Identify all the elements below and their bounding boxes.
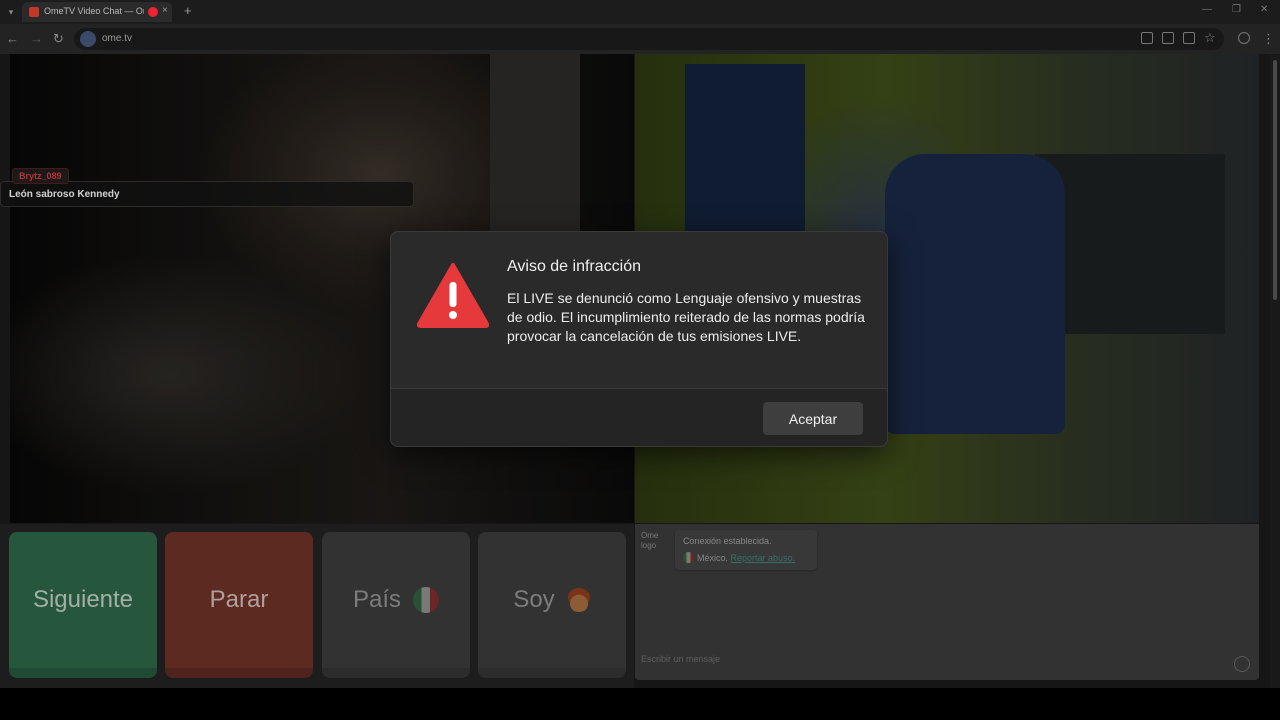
browser-tab[interactable]: OmeTV Video Chat — Ome ×	[22, 2, 172, 22]
maximize-icon[interactable]: ❐	[1232, 4, 1241, 15]
translate-icon[interactable]	[1162, 32, 1174, 44]
minimize-icon[interactable]: —	[1202, 4, 1212, 15]
tab-close-button[interactable]: ×	[162, 5, 168, 16]
install-app-icon[interactable]	[1183, 32, 1195, 44]
recording-indicator-icon	[148, 7, 158, 17]
ometv-favicon-icon	[29, 7, 39, 17]
forward-icon[interactable]: →	[30, 31, 43, 46]
bottom-bar	[0, 688, 1280, 720]
dialog-footer: Aceptar	[391, 388, 887, 446]
profile-icon[interactable]	[1238, 32, 1250, 44]
new-tab-button[interactable]: +	[184, 3, 192, 18]
browser-toolbar: ← → ↻ ome.tv ☆ ⋮	[0, 24, 1280, 54]
address-bar[interactable]: ome.tv	[74, 28, 1224, 50]
close-window-icon[interactable]: ✕	[1260, 4, 1268, 15]
reload-icon[interactable]: ↻	[53, 31, 64, 47]
dialog-message: El LIVE se denunció como Lenguaje ofensi…	[507, 290, 865, 344]
bookmark-star-icon[interactable]: ☆	[1204, 30, 1216, 46]
browser-tab-bar: ▾ OmeTV Video Chat — Ome × + — ❐ ✕	[0, 0, 1280, 24]
cast-icon[interactable]	[1141, 32, 1153, 44]
back-icon[interactable]: ←	[6, 31, 19, 46]
violation-dialog: Aviso de infracción El LIVE se denunció …	[390, 231, 888, 447]
accept-button[interactable]: Aceptar	[763, 402, 863, 435]
url-text: ome.tv	[102, 33, 133, 44]
site-info-icon[interactable]	[80, 31, 96, 47]
menu-kebab-icon[interactable]: ⋮	[1262, 31, 1275, 47]
tab-title: OmeTV Video Chat — Ome	[44, 6, 144, 16]
warning-icon	[417, 263, 489, 328]
dialog-title: Aviso de infracción	[507, 258, 641, 275]
tab-search-icon[interactable]: ▾	[4, 5, 18, 19]
